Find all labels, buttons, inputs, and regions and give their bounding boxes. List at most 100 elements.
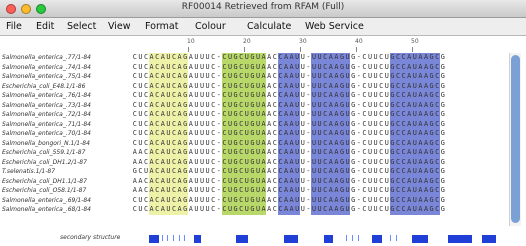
ss-helix-block xyxy=(412,235,428,243)
sequence-name[interactable]: Salmonella_enterica_.77/1-84 xyxy=(2,53,91,63)
sequence-name[interactable]: Salmonella_enterica_.70/1-84 xyxy=(2,129,91,139)
secondary-structure-label: secondary structure xyxy=(60,234,121,241)
alignment-row[interactable]: Salmonella_enterica_.68/1-84 C U C A C A U C A G A U… xyxy=(0,205,526,215)
ruler-mark xyxy=(244,47,245,52)
scrollbar-thumb[interactable] xyxy=(511,55,520,223)
secondary-structure-row: secondary structure xyxy=(0,232,526,246)
sequence-residues[interactable]: CUCACAUCAGAUUUC-CUGCUGUAACCAAUU-UUCAAGUG… xyxy=(132,62,446,72)
sequence-residues[interactable]: CUCACAUCAGAUUUC-CUGCUGUAACCAAUU-UUCAAGUG… xyxy=(132,205,446,215)
alignment-row[interactable]: Salmonella_enterica_.74/1-84 C U C A C A U C A G A U… xyxy=(0,62,526,73)
ruler-mark xyxy=(188,47,189,52)
alignment-row[interactable]: Salmonella_enterica_.71/1-84 C U C A C A U C A G A U… xyxy=(0,119,526,130)
ss-helix-block xyxy=(149,235,159,243)
ss-bar xyxy=(162,235,163,241)
sequence-name[interactable]: Salmonella_enterica_.69/1-84 xyxy=(2,196,91,206)
title-bar: RF00014 Retrieved from RFAM (Full) xyxy=(0,0,526,18)
residue-cell: G xyxy=(440,205,445,213)
alignment-row[interactable]: Salmonella_enterica_.72/1-84 C U C A C A U C A G A U… xyxy=(0,110,526,120)
sequence-residues[interactable]: CUCACAUCAGAUUUC-CUGCUGUAACCAAUU-UUCAAGUG… xyxy=(132,91,446,101)
alignment-rows: Salmonella_enterica_.77/1-84 C U C A C A U C A G A U… xyxy=(0,53,526,215)
alignment-row[interactable]: Salmonella_enterica_.69/1-84 C U C A C A U C A G A U… xyxy=(0,195,526,206)
alignment-row[interactable]: Escherichia_coli_O58.1/1-87 A A C A C A U C A G A U U… xyxy=(0,186,526,196)
sequence-residues[interactable]: AACACAUCAGAUUUC-CUGCUGUAACCAAUU-UUCAAGUG… xyxy=(132,186,446,196)
ss-bar xyxy=(352,235,353,241)
sequence-residues[interactable]: CUCACAUCAGAUUUC-CUGCUGUAACCAAUU-UUCAAGUG… xyxy=(132,138,446,148)
residue-cell: G xyxy=(440,138,445,147)
ss-helix-block xyxy=(236,235,248,243)
residue-cell: G xyxy=(440,110,445,118)
alignment-row[interactable]: Salmonella_enterica_.73/1-84 C U C A C A U C A G A U… xyxy=(0,100,526,111)
alignment-row[interactable]: Salmonella_enterica_.76/1-84 C U C A C A U C A G A U… xyxy=(0,91,526,101)
sequence-name[interactable]: Salmonella_enterica_.73/1-84 xyxy=(2,101,91,111)
menu-view[interactable]: View xyxy=(108,21,131,32)
sequence-name[interactable]: Escherichia_coli_O58.1/1-87 xyxy=(2,186,86,196)
alignment-row[interactable]: Salmonella_bongori_N.1/1-84 C U C A C A U C A G A U U… xyxy=(0,138,526,149)
sequence-name[interactable]: Salmonella_enterica_.71/1-84 xyxy=(2,120,91,130)
menu-bar: File Edit Select View Format Colour Calc… xyxy=(0,18,526,36)
residue-cell: G xyxy=(440,119,445,128)
sequence-residues[interactable]: AACACAUCAGAUUUC-CUGCUGUAACCAAUU-UUCAAGUG… xyxy=(132,176,446,186)
ss-bar xyxy=(346,235,347,241)
menu-calculate[interactable]: Calculate xyxy=(247,21,291,32)
menu-web-service[interactable]: Web Service xyxy=(305,21,364,32)
sequence-residues[interactable]: CUCACAUCAGAUUUC-CUGCUGUAACCAAUU-UUCAAGUG… xyxy=(132,81,446,91)
ruler-tick-50: 50 xyxy=(411,38,419,45)
sequence-name[interactable]: Escherichia_coli_DH1.1/1-87 xyxy=(2,177,87,187)
ruler-tick-40: 40 xyxy=(355,38,363,45)
residue-cell: G xyxy=(440,62,445,71)
menu-select[interactable]: Select xyxy=(67,21,96,32)
sequence-residues[interactable]: AACACAUCAGAUUUC-CUGCUGUAACCAAUU-UUCAAGUG… xyxy=(132,148,446,158)
sequence-name[interactable]: Escherichia_coli_E48.1/1-86 xyxy=(2,82,85,92)
residue-cell: G xyxy=(440,148,445,156)
ss-helix-block xyxy=(482,235,496,243)
residue-cell: G xyxy=(440,157,445,166)
ss-helix-block xyxy=(324,235,333,243)
alignment-window: RF00014 Retrieved from RFAM (Full) File … xyxy=(0,0,526,246)
ss-helix-block xyxy=(194,235,201,243)
alignment-row[interactable]: Escherichia_coli_E48.1/1-86 C U C A C A U C A G A U U… xyxy=(0,81,526,92)
sequence-residues[interactable]: CUCACAUCAGAUUUC-CUGCUGUAACCAAUU-UUCAAGUG… xyxy=(132,72,446,82)
alignment-row[interactable]: Escherichia_coli_DH1.2/1-87 A A C A C A U C A G A U U… xyxy=(0,157,526,168)
residue-cell: G xyxy=(440,81,445,90)
sequence-residues[interactable]: CUCACAUCAGAUUUC-CUGCUGUAACCAAUU-UUCAAGUG… xyxy=(132,53,446,63)
residue-cell: G xyxy=(440,167,445,175)
ss-bar xyxy=(184,235,185,241)
sequence-name[interactable]: Salmonella_enterica_.75/1-84 xyxy=(2,72,91,82)
sequence-residues[interactable]: CUCACAUCAGAUUUC-CUGCUGUAACCAAUU-UUCAAGUG… xyxy=(132,110,446,120)
sequence-residues[interactable]: CUCACAUCAGAUUUC-CUGCUGUAACCAAUU-UUCAAGUG… xyxy=(132,129,446,139)
sequence-name[interactable]: Salmonella_enterica_.72/1-84 xyxy=(2,110,91,120)
ruler-tick-30: 30 xyxy=(299,38,307,45)
sequence-name[interactable]: T.selenatis.1/1-87 xyxy=(2,167,55,177)
sequence-residues[interactable]: CUCACAUCAGAUUUC-CUGCUGUAACCAAUU-UUCAAGUG… xyxy=(132,119,446,129)
ss-bar xyxy=(167,235,168,241)
ss-bar xyxy=(179,235,180,241)
sequence-name[interactable]: Salmonella_enterica_.76/1-84 xyxy=(2,91,91,101)
sequence-name[interactable]: Escherichia_coli_559.1/1-87 xyxy=(2,148,85,158)
ss-helix-block xyxy=(448,235,472,243)
alignment-row[interactable]: Escherichia_coli_DH1.1/1-87 A A C A C A U C A G A U U… xyxy=(0,176,526,187)
menu-edit[interactable]: Edit xyxy=(36,21,54,32)
alignment-row[interactable]: Salmonella_enterica_.75/1-84 C U C A C A U C A G A U… xyxy=(0,72,526,82)
ruler-tick-20: 20 xyxy=(243,38,251,45)
sequence-residues[interactable]: CUCACAUCAGAUUUC-CUGCUGUAACCAAUU-UUCAAGUG… xyxy=(132,195,446,205)
sequence-name[interactable]: Salmonella_enterica_.68/1-84 xyxy=(2,205,91,215)
menu-file[interactable]: File xyxy=(6,21,22,32)
ss-bar xyxy=(358,235,359,241)
residue-cell: G xyxy=(440,53,445,61)
residue-cell: G xyxy=(440,195,445,204)
menu-format[interactable]: Format xyxy=(145,21,178,32)
alignment-row[interactable]: Salmonella_enterica_.70/1-84 C U C A C A U C A G A U… xyxy=(0,129,526,139)
column-ruler: 10 20 30 40 50 xyxy=(0,37,526,53)
alignment-row[interactable]: Salmonella_enterica_.77/1-84 C U C A C A U C A G A U… xyxy=(0,53,526,63)
sequence-name[interactable]: Salmonella_bongori_N.1/1-84 xyxy=(2,139,90,149)
vertical-scrollbar[interactable] xyxy=(509,53,521,226)
sequence-name[interactable]: Salmonella_enterica_.74/1-84 xyxy=(2,63,91,73)
sequence-residues[interactable]: CUCACAUCAGAUUUC-CUGCUGUAACCAAUU-UUCAAGUG… xyxy=(132,100,446,110)
alignment-row[interactable]: Escherichia_coli_559.1/1-87 A A C A C A U C A G A U U… xyxy=(0,148,526,158)
sequence-residues[interactable]: AACACAUCAGAUUUC-CUGCUGUAACCAAUU-UUCAAGUG… xyxy=(132,157,446,167)
ss-helix-block xyxy=(372,235,382,243)
alignment-row[interactable]: T.selenatis.1/1-87 G C U A C A U C A G A U U U C - C U G C U G… xyxy=(0,167,526,177)
sequence-name[interactable]: Escherichia_coli_DH1.2/1-87 xyxy=(2,158,87,168)
sequence-residues[interactable]: GCUACAUCAGAUUUC-CUGCUGUAACCAAUU-UUCAAGUG… xyxy=(132,167,446,177)
menu-colour[interactable]: Colour xyxy=(195,21,226,32)
